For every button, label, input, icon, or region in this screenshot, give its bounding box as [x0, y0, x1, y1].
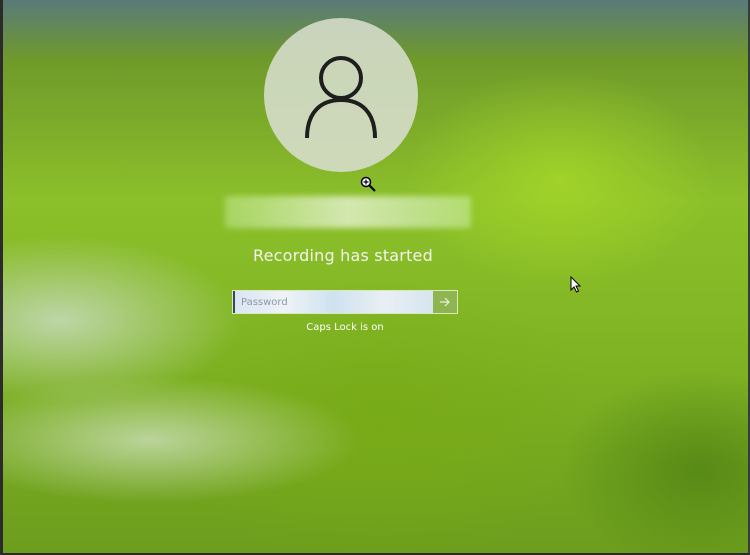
arrow-right-icon — [440, 297, 450, 307]
password-box — [232, 290, 458, 314]
username-obscured — [225, 196, 471, 228]
submit-button[interactable] — [433, 291, 457, 313]
user-avatar — [264, 18, 418, 172]
arrow-pointer-icon — [570, 275, 582, 298]
magnifier-cursor-icon — [360, 176, 378, 198]
user-silhouette-icon — [305, 56, 377, 139]
caps-lock-message: Caps Lock is on — [306, 322, 384, 333]
password-input[interactable] — [233, 291, 433, 313]
status-message: Recording has started — [253, 246, 433, 265]
